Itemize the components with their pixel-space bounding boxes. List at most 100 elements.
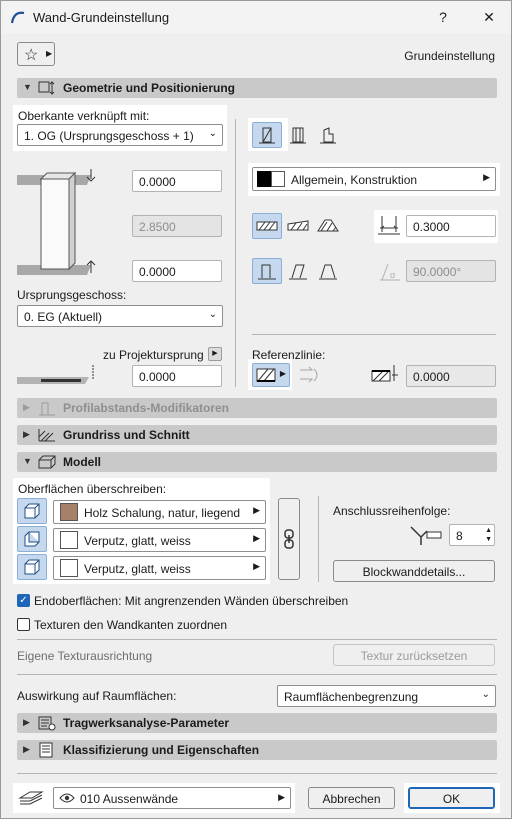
section-classification-label: Klassifizierung und Eigenschaften bbox=[63, 743, 260, 757]
slant-angle-field[interactable]: 90.0000° bbox=[406, 260, 496, 282]
ok-button[interactable]: OK bbox=[408, 787, 495, 809]
chevron-down-icon: ⌄ bbox=[208, 128, 217, 139]
thickness-field[interactable]: 0.3000 bbox=[406, 215, 496, 237]
section-structural-analysis-label: Tragwerksanalyse-Parameter bbox=[63, 716, 230, 730]
fill-swatch-black bbox=[257, 171, 271, 187]
project-zero-menu-button[interactable]: ▶ bbox=[208, 347, 222, 361]
section-structural-analysis[interactable]: ▶ Tragwerksanalyse-Parameter bbox=[17, 713, 497, 733]
section-model-label: Modell bbox=[63, 455, 101, 469]
override-surface-3-button[interactable] bbox=[17, 554, 47, 580]
trapezoid-wall-button[interactable] bbox=[283, 122, 313, 148]
reference-line-picker[interactable]: ▶ bbox=[252, 363, 290, 387]
override-surface-2-button[interactable] bbox=[17, 526, 47, 552]
reset-texture-button[interactable]: Textur zurücksetzen bbox=[333, 644, 495, 666]
zones-dropdown[interactable]: Raumflächenbegrenzung ⌄ bbox=[277, 685, 496, 707]
geometry-icon bbox=[38, 81, 55, 95]
basic-profile-icon bbox=[256, 221, 278, 231]
building-material-picker[interactable]: Allgemein, Konstruktion ▶ bbox=[252, 167, 496, 191]
surface-2-picker[interactable]: Verputz, glatt, weiss ▶ bbox=[53, 528, 266, 552]
top-link-label: Oberkante verknüpft mit: bbox=[18, 109, 150, 123]
basic-profile-button[interactable] bbox=[252, 213, 282, 239]
window-title: Wand-Grundeinstellung bbox=[33, 10, 170, 25]
bottom-offset-field[interactable]: 0.0000 bbox=[132, 260, 222, 282]
section-floor-plan-label: Grundriss und Schnitt bbox=[63, 428, 190, 442]
straight-wall-button[interactable] bbox=[252, 122, 282, 148]
surface-3-name: Verputz, glatt, weiss bbox=[84, 562, 191, 576]
expand-triangle-icon: ▶ bbox=[23, 744, 30, 754]
top-offset-field[interactable]: 0.0000 bbox=[132, 170, 222, 192]
double-slanted-profile-button[interactable] bbox=[313, 213, 343, 239]
layer-picker[interactable]: 010 Aussenwände ▶ bbox=[53, 787, 291, 809]
project-zero-illustration bbox=[17, 365, 94, 384]
layers-icon bbox=[18, 791, 44, 805]
chevron-right-icon: ▶ bbox=[279, 369, 286, 378]
top-link-dropdown[interactable]: 1. OG (Ursprungsgeschoss + 1) ⌄ bbox=[17, 124, 223, 146]
double-inclined-wall-button[interactable] bbox=[313, 258, 343, 284]
section-floor-plan[interactable]: ▶ Grundriss und Schnitt bbox=[17, 425, 497, 445]
vertical-wall-button[interactable] bbox=[252, 258, 282, 284]
polygonal-wall-button[interactable] bbox=[313, 122, 343, 148]
mode-label: Grundeinstellung bbox=[404, 49, 495, 63]
textures-checkbox[interactable] bbox=[17, 618, 30, 631]
column-separator bbox=[318, 496, 319, 582]
surface-1-picker[interactable]: Holz Schalung, natur, liegend ▶ bbox=[53, 500, 266, 524]
connection-order-field[interactable]: 8 ▲ ▼ bbox=[449, 524, 495, 546]
wall-elevation-illustration bbox=[17, 169, 96, 275]
separator bbox=[17, 773, 497, 774]
block-wall-details-button[interactable]: Blockwanddetails... bbox=[333, 560, 495, 582]
zones-label: Auswirkung auf Raumflächen: bbox=[17, 689, 177, 703]
home-story-dropdown[interactable]: 0. EG (Aktuell) ⌄ bbox=[17, 305, 223, 327]
flip-reference-icon bbox=[300, 366, 318, 383]
reference-offset-field[interactable]: 0.0000 bbox=[406, 365, 496, 387]
link-surfaces-button[interactable] bbox=[278, 498, 300, 580]
section-classification[interactable]: ▶ Klassifizierung und Eigenschaften bbox=[17, 740, 497, 760]
chevron-right-icon: ▶ bbox=[483, 172, 490, 182]
expand-triangle-icon: ▶ bbox=[23, 429, 30, 439]
section-geometry[interactable]: ▼ Geometrie und Positionierung bbox=[17, 78, 497, 98]
texture-alignment-label: Eigene Texturausrichtung bbox=[17, 649, 153, 663]
slant-angle-icon: α bbox=[380, 263, 400, 281]
collapse-triangle-icon: ▼ bbox=[23, 456, 32, 466]
connection-order-value: 8 bbox=[456, 529, 463, 543]
slanted-profile-button[interactable] bbox=[283, 213, 313, 239]
thickness-icon bbox=[378, 216, 400, 235]
section-model[interactable]: ▼ Modell bbox=[17, 452, 497, 472]
project-zero-label: zu Projektursprung bbox=[103, 348, 204, 362]
inclined-wall-button[interactable] bbox=[283, 258, 313, 284]
reference-offset-icon bbox=[371, 365, 398, 382]
home-story-value: 0. EG (Aktuell) bbox=[24, 310, 103, 324]
polygonal-wall-icon bbox=[320, 127, 336, 144]
chevron-right-icon: ▶ bbox=[253, 505, 260, 515]
separator bbox=[252, 334, 496, 335]
project-zero-field[interactable]: 0.0000 bbox=[132, 365, 222, 387]
star-icon: ☆ bbox=[24, 47, 39, 64]
separator bbox=[17, 639, 497, 640]
chevron-down-icon: ⌄ bbox=[481, 689, 490, 700]
floor-plan-icon bbox=[38, 429, 55, 442]
archicad-logo-icon bbox=[10, 11, 25, 24]
close-button[interactable]: ✕ bbox=[475, 5, 503, 29]
stepper-arrows-icon[interactable]: ▲ ▼ bbox=[485, 526, 492, 544]
expand-triangle-icon: ▶ bbox=[23, 717, 30, 727]
section-profile-modifiers-label: Profilabstands-Modifikatoren bbox=[63, 401, 230, 415]
svg-text:α: α bbox=[390, 270, 395, 280]
inclined-wall-icon bbox=[289, 264, 307, 280]
surface-3-picker[interactable]: Verputz, glatt, weiss ▶ bbox=[53, 556, 266, 580]
eye-icon bbox=[59, 793, 75, 803]
section-profile-modifiers[interactable]: ▶ Profilabstands-Modifikatoren bbox=[17, 398, 497, 418]
surface-2-swatch bbox=[60, 531, 78, 549]
connection-order-icon bbox=[410, 526, 442, 545]
classification-icon bbox=[39, 742, 53, 758]
double-slanted-profile-icon bbox=[317, 219, 339, 232]
chevron-down-icon: ⌄ bbox=[208, 309, 217, 320]
separator bbox=[17, 674, 497, 675]
surface-3-icon bbox=[24, 559, 40, 575]
cancel-button[interactable]: Abbrechen bbox=[308, 787, 395, 809]
favorites-button[interactable]: ☆ ▶ bbox=[17, 42, 55, 66]
help-button[interactable]: ? bbox=[429, 5, 457, 29]
override-surface-1-button[interactable] bbox=[17, 498, 47, 524]
end-surfaces-checkbox[interactable]: ✓ bbox=[17, 594, 30, 607]
chevron-right-icon: ▶ bbox=[46, 49, 53, 58]
chevron-right-icon: ▶ bbox=[253, 533, 260, 543]
height-field[interactable]: 2.8500 bbox=[132, 215, 222, 237]
